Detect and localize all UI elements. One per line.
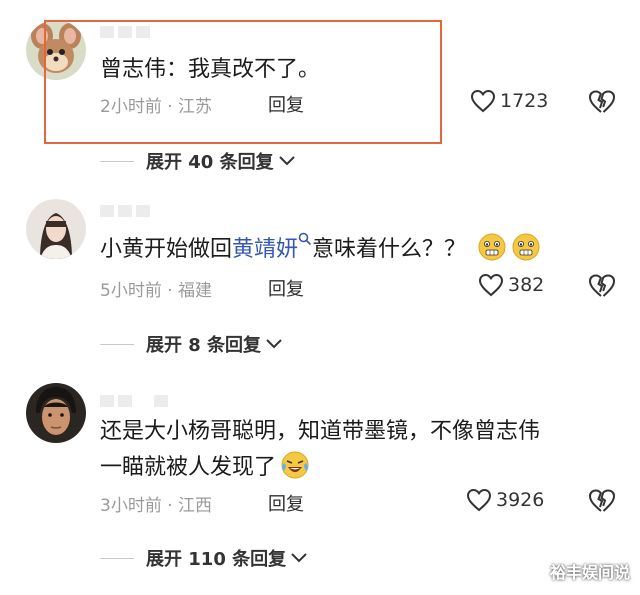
username[interactable]	[100, 395, 172, 409]
dislike-button[interactable]	[588, 273, 616, 303]
like-button[interactable]: 3926	[466, 488, 544, 512]
broken-heart-icon	[588, 274, 616, 297]
chevron-down-icon	[278, 156, 295, 166]
comment-text: 小黄开始做回黄靖妍 意味着什么？？	[100, 232, 610, 268]
comment-meta: 5小时前 · 福建	[100, 281, 213, 301]
comment-text: 还是大小杨哥聪明，知道带墨镜，不像曾志伟 一瞄就被人发现了	[100, 414, 610, 486]
avatar[interactable]	[26, 199, 86, 259]
dislike-button[interactable]	[588, 488, 616, 518]
expand-replies[interactable]: 展开 110 条回复	[100, 545, 308, 571]
expand-label: 展开 40 条回复	[146, 152, 274, 173]
chevron-down-icon	[266, 339, 282, 349]
comment-text-part: 小黄开始做回	[100, 237, 233, 262]
comment-text-line: 一瞄就被人发现了	[100, 450, 610, 486]
like-count: 3926	[496, 489, 545, 511]
chevron-down-icon	[291, 553, 307, 563]
broken-heart-icon	[588, 90, 616, 113]
grimace-emoji-icon	[478, 233, 506, 261]
dislike-button[interactable]	[588, 89, 616, 119]
expand-replies[interactable]: 展开 8 条回复	[100, 331, 283, 357]
like-count: 1723	[500, 90, 549, 112]
like-count: 382	[508, 274, 545, 296]
grimace-emoji-icon	[512, 233, 540, 261]
like-button[interactable]: 1723	[470, 89, 548, 113]
reply-button[interactable]: 回复	[268, 490, 304, 516]
comment-meta: 3小时前 · 江西	[100, 496, 213, 516]
divider-line	[100, 557, 134, 559]
hashtag-link[interactable]: 黄靖妍	[232, 237, 298, 262]
reply-button[interactable]: 回复	[268, 275, 304, 301]
divider-line	[100, 160, 134, 162]
heart-icon	[478, 273, 504, 297]
heart-icon	[470, 89, 496, 113]
divider-line	[100, 343, 134, 345]
comment-text-part: 一瞄就被人发现了	[100, 455, 277, 480]
expand-label: 展开 8 条回复	[146, 335, 262, 356]
like-button[interactable]: 382	[478, 273, 544, 297]
heart-icon	[466, 488, 492, 512]
highlight-box	[44, 20, 442, 144]
comment-2: 小黄开始做回黄靖妍 意味着什么？？ 5小时前 · 福建 回复 382 展开 8 …	[0, 180, 640, 370]
username[interactable]	[100, 205, 154, 219]
comment-3: 还是大小杨哥聪明，知道带墨镜，不像曾志伟 一瞄就被人发现了 3小时前 · 江西 …	[0, 370, 640, 595]
watermark: 裕丰娱间说	[549, 563, 630, 582]
avatar[interactable]	[26, 383, 86, 443]
expand-label: 展开 110 条回复	[146, 549, 287, 570]
comment-text-line: 还是大小杨哥聪明，知道带墨镜，不像曾志伟	[100, 419, 541, 444]
comment-text-part: 意味着什么？？	[312, 237, 467, 262]
search-icon[interactable]	[298, 232, 312, 246]
expand-replies[interactable]: 展开 40 条回复	[100, 148, 296, 174]
laughing-tears-emoji-icon	[281, 451, 309, 479]
broken-heart-icon	[588, 489, 616, 512]
